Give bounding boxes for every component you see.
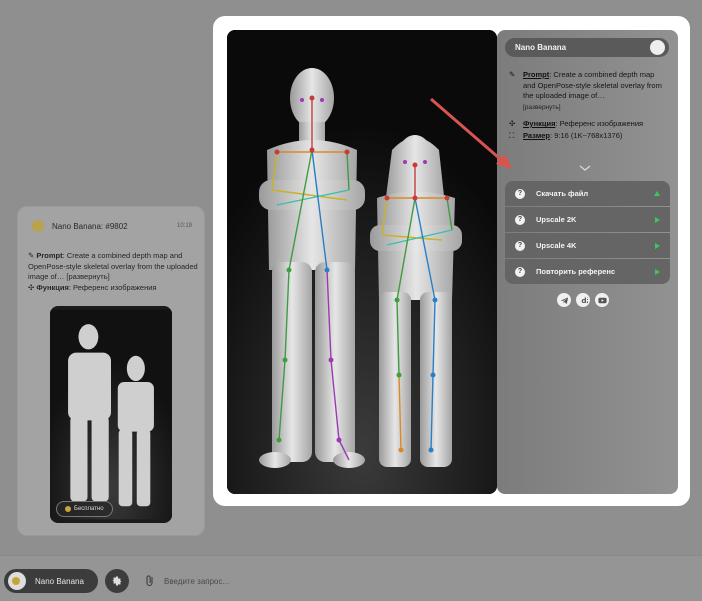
expand-link[interactable]: [развернуть] [523, 104, 561, 111]
telegram-icon[interactable] [557, 293, 571, 307]
action-label: Upscale 2K [536, 215, 577, 224]
close-icon: × [660, 43, 665, 52]
bottom-input-bar: Nano Banana [0, 555, 702, 601]
upscale-4k-button[interactable]: ? Upscale 4K [505, 233, 670, 258]
prompt-label: Prompt [36, 251, 63, 260]
depth-skeleton-image [227, 30, 497, 494]
chat-card-title: Nano Banana: #9802 [52, 221, 128, 231]
actions-list: ? Скачать файл ? Upscale 2K ? Upscale 4K… [505, 181, 670, 285]
size-label[interactable]: Размер [523, 131, 550, 140]
prompt-label[interactable]: Prompt [523, 70, 549, 79]
expand-size-icon: ⛶ [509, 131, 515, 140]
paperclip-icon[interactable] [144, 574, 156, 588]
close-button[interactable]: × [650, 40, 665, 55]
action-label: Скачать файл [536, 189, 589, 198]
model-name: Nano Banana [35, 576, 84, 586]
download-file-button[interactable]: ? Скачать файл [505, 181, 670, 206]
play-icon [655, 269, 660, 275]
size-value: 9:16 (1K~768x1376) [554, 131, 623, 140]
vk-icon[interactable]: ǆ [576, 293, 590, 307]
gear-icon [112, 576, 122, 586]
question-icon: ? [515, 188, 525, 199]
result-image[interactable] [227, 30, 497, 494]
social-links: ǆ [557, 293, 609, 307]
panel-title: Nano Banana [515, 43, 567, 52]
function-value: Референс изображения [559, 119, 644, 128]
model-avatar [8, 572, 26, 590]
prompt-input[interactable] [160, 571, 688, 591]
settings-button[interactable] [105, 569, 129, 593]
svg-text:ǆ: ǆ [581, 296, 588, 305]
function-label[interactable]: Функция [523, 119, 555, 128]
function-label: Функция [36, 282, 69, 292]
thumbnail-image [50, 309, 172, 520]
chat-card-header: Nano Banana: #9802 10:19 [32, 219, 192, 233]
expand-link[interactable]: [развернуть] [66, 272, 109, 281]
prompt-block: ✎ Prompt: Create a combined depth map an… [509, 70, 662, 111]
function-value: Референс изображения [73, 282, 157, 292]
pencil-icon: ✎ [509, 70, 516, 79]
question-icon: ? [515, 240, 525, 251]
function-icon: ✣ [28, 282, 35, 292]
function-icon: ✣ [509, 119, 516, 128]
play-icon [655, 217, 660, 223]
model-selector[interactable]: Nano Banana [4, 569, 98, 593]
question-icon: ? [515, 214, 525, 225]
coin-icon [65, 506, 71, 512]
result-thumbnail[interactable]: Бесплатно [50, 306, 172, 523]
action-label: Upscale 4K [536, 241, 577, 250]
repeat-reference-button[interactable]: ? Повторить референс [505, 259, 670, 284]
action-label: Повторить референс [536, 267, 616, 276]
question-icon: ? [515, 266, 525, 277]
image-viewer-modal: Nano Banana × ✎ Prompt: Create a combine… [213, 16, 690, 506]
chevron-down-icon[interactable] [579, 164, 591, 172]
details-panel: Nano Banana × ✎ Prompt: Create a combine… [497, 30, 678, 494]
function-block: ✣ Функция: Референс изображения [509, 119, 644, 128]
chat-card-text: ✎ Prompt: Create a combined depth map an… [28, 251, 198, 292]
chat-card-time: 10:19 [176, 223, 192, 229]
panel-title-bar: Nano Banana × [505, 38, 669, 57]
play-icon [655, 243, 660, 249]
youtube-icon[interactable] [595, 293, 609, 307]
banana-logo-icon [32, 220, 44, 232]
free-badge-label: Бесплатно [74, 506, 104, 512]
triangle-up-icon [654, 191, 660, 196]
pencil-icon: ✎ [28, 251, 35, 260]
chat-message-card: Nano Banana: #9802 10:19 ✎ Prompt: Creat… [17, 206, 205, 536]
upscale-2k-button[interactable]: ? Upscale 2K [505, 207, 670, 232]
free-badge: Бесплатно [56, 501, 113, 517]
size-block: ⛶ Размер: 9:16 (1K~768x1376) [509, 131, 623, 140]
